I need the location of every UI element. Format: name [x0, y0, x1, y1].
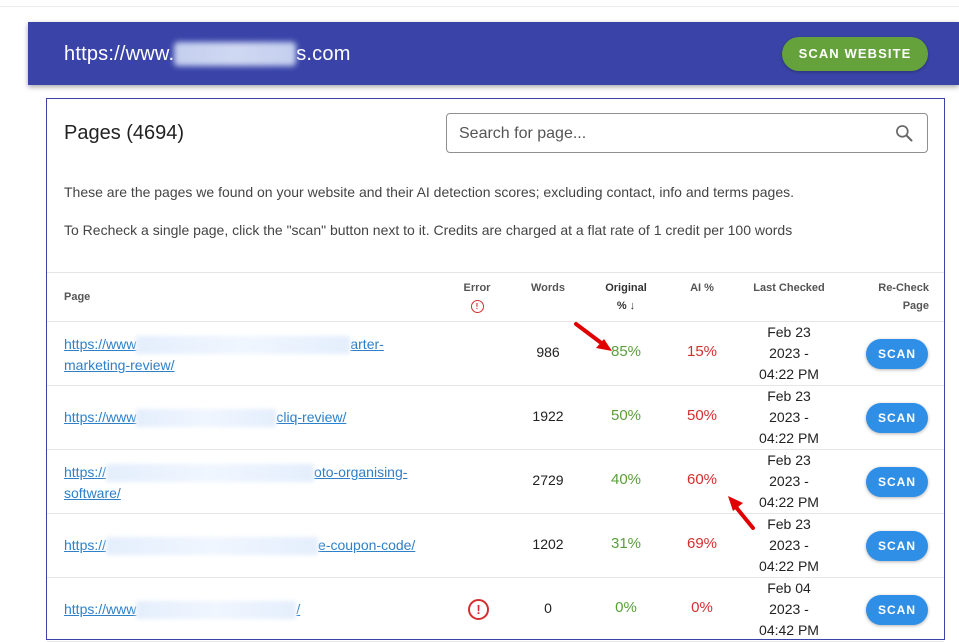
original-score: 50% — [610, 407, 642, 424]
table-row: https:// oto-organising-software/ 2729 40… — [47, 450, 944, 514]
ai-score: 50% — [686, 407, 718, 424]
header-recheck-line2: Page — [902, 300, 929, 312]
header-error-label: Error — [463, 282, 491, 294]
date-line3: 04:22 PM — [759, 430, 819, 446]
table-row: https:// e-coupon-code/ 1202 31% 69% Feb … — [47, 514, 944, 578]
header-original[interactable]: Original % ↓ — [593, 279, 659, 315]
words-count: 2729 — [532, 472, 564, 488]
link-start: https:// — [64, 464, 107, 480]
page-link[interactable]: https://www / — [64, 599, 434, 620]
link-line2: software/ — [64, 485, 121, 501]
redacted-path — [136, 601, 297, 620]
date-line3: 04:42 PM — [759, 622, 819, 638]
link-end: e-coupon-code/ — [318, 537, 416, 553]
redacted-domain — [174, 42, 297, 66]
date-line2: 2023 - — [769, 601, 809, 617]
date-line2: 2023 - — [769, 473, 809, 489]
date-line1: Feb 23 — [767, 388, 811, 404]
ai-score: 15% — [686, 343, 718, 360]
search-box[interactable] — [446, 113, 928, 154]
page-title: Pages (4694) — [64, 122, 185, 144]
words-count: 1922 — [532, 408, 564, 424]
header-original-label: Original — [605, 282, 647, 294]
scan-button[interactable]: SCAN — [866, 403, 928, 433]
error-icon: ! — [470, 300, 484, 313]
search-input[interactable] — [457, 114, 881, 154]
error-icon[interactable]: ! — [468, 599, 489, 620]
page-link[interactable]: https:// oto-organising-software/ — [64, 462, 434, 504]
top-strip — [0, 0, 959, 7]
last-checked: Feb 23 2023 - 04:22 PM — [741, 450, 837, 513]
header-last-checked[interactable]: Last Checked — [741, 279, 837, 297]
table-row: https://www arter-marketing-review/ 986 8… — [47, 322, 944, 386]
original-score: 0% — [615, 599, 637, 616]
table-header-row: Page Error ! Words Original % ↓ AI % Las… — [47, 272, 944, 322]
website-url: https://www. s.com — [64, 42, 351, 66]
link-end: arter- — [350, 336, 384, 352]
last-checked: Feb 23 2023 - 04:22 PM — [741, 514, 837, 577]
redacted-path — [136, 409, 277, 428]
header-error[interactable]: Error ! — [447, 279, 507, 315]
header-ai[interactable]: AI % — [671, 279, 733, 297]
pages-card: Pages (4694) These are the pages we foun… — [46, 98, 945, 642]
redacted-path — [106, 537, 319, 556]
scan-button[interactable]: SCAN — [866, 595, 928, 625]
date-line3: 04:22 PM — [759, 558, 819, 574]
scan-button[interactable]: SCAN — [866, 339, 928, 369]
page-link[interactable]: https://www cliq-review/ — [64, 407, 434, 428]
redacted-path — [136, 336, 351, 355]
date-line3: 04:22 PM — [759, 494, 819, 510]
words-count: 986 — [536, 344, 560, 360]
original-score: 85% — [610, 343, 642, 360]
redacted-path — [106, 464, 315, 483]
search-icon[interactable] — [894, 123, 914, 143]
ai-score: 69% — [686, 535, 718, 552]
date-line3: 04:22 PM — [759, 366, 819, 382]
link-line2: marketing-review/ — [64, 357, 175, 373]
words-count: 1202 — [532, 536, 564, 552]
date-line2: 2023 - — [769, 409, 809, 425]
last-checked: Feb 04 2023 - 04:42 PM — [741, 578, 837, 641]
link-end: cliq-review/ — [276, 409, 347, 425]
date-line1: Feb 23 — [767, 324, 811, 340]
ai-score: 60% — [686, 471, 718, 488]
url-suffix: s.com — [296, 42, 351, 65]
pages-table: Page Error ! Words Original % ↓ AI % Las… — [47, 272, 944, 642]
page-link[interactable]: https://www arter-marketing-review/ — [64, 334, 434, 376]
table-row: https://www / ! 0 0% 0% Feb 04 2023 - 04:… — [47, 578, 944, 642]
link-start: https:// — [64, 537, 107, 553]
link-end: / — [296, 601, 301, 617]
header-recheck-line1: Re-Check — [878, 282, 929, 294]
table-row: https://www cliq-review/ 1922 50% 50% Feb… — [47, 386, 944, 450]
scan-button[interactable]: SCAN — [866, 467, 928, 497]
ai-score: 0% — [691, 599, 713, 616]
link-start: https://www — [64, 336, 137, 352]
header-page[interactable]: Page — [64, 288, 90, 306]
sort-desc-icon: % ↓ — [616, 300, 636, 312]
scan-website-button[interactable]: SCAN WEBSITE — [782, 37, 928, 71]
link-end: oto-organising- — [314, 464, 408, 480]
scan-button[interactable]: SCAN — [866, 531, 928, 561]
date-line1: Feb 23 — [767, 452, 811, 468]
date-line2: 2023 - — [769, 537, 809, 553]
url-prefix: https://www. — [64, 42, 175, 65]
link-start: https://www — [64, 601, 137, 617]
link-start: https://www — [64, 409, 137, 425]
original-score: 40% — [610, 471, 642, 488]
recheck-instructions: To Recheck a single page, click the "sca… — [64, 222, 793, 238]
date-line1: Feb 23 — [767, 516, 811, 532]
pages-description: These are the pages we found on your web… — [64, 184, 794, 200]
page-link[interactable]: https:// e-coupon-code/ — [64, 535, 434, 556]
header-recheck: Re-Check Page — [859, 279, 929, 315]
header-words[interactable]: Words — [517, 279, 579, 297]
website-header-bar: https://www. s.com SCAN WEBSITE — [28, 22, 959, 85]
original-score: 31% — [610, 535, 642, 552]
words-count: 0 — [544, 600, 552, 616]
date-line1: Feb 04 — [767, 580, 811, 596]
date-line2: 2023 - — [769, 345, 809, 361]
last-checked: Feb 23 2023 - 04:22 PM — [741, 322, 837, 385]
last-checked: Feb 23 2023 - 04:22 PM — [741, 386, 837, 449]
